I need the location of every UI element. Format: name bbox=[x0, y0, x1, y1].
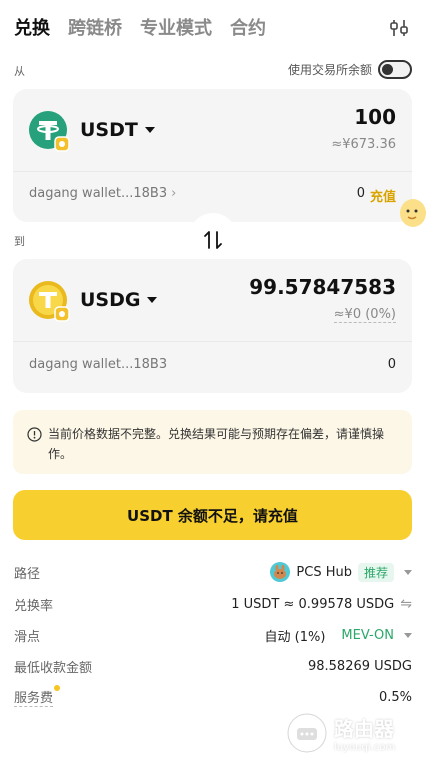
use-exchange-balance-label: 使用交易所余额 bbox=[287, 63, 372, 77]
min-receive-value: 98.58269 USDG bbox=[307, 658, 412, 674]
rate-value: 1 USDT ≈ 0.99578 USDG bbox=[231, 596, 395, 612]
recommended-badge: 推荐 bbox=[357, 562, 394, 582]
use-exchange-balance: 使用交易所余额 bbox=[288, 60, 412, 79]
to-label: 到 bbox=[14, 235, 25, 248]
swap-arrows-icon bbox=[204, 231, 222, 249]
from-card: USDT ≈¥673.36 dagang wallet...18B3 › 0 充… bbox=[13, 89, 412, 222]
to-fiat-value[interactable]: ≈¥0 (0%) bbox=[333, 307, 396, 323]
route-label: 路径 bbox=[14, 566, 41, 582]
insufficient-balance-button[interactable]: USDT 余额不足，请充值 bbox=[13, 490, 412, 540]
tab-pro-mode[interactable]: 专业模式 bbox=[140, 14, 212, 40]
watermark-title: 路由器 bbox=[334, 717, 394, 741]
tab-bridge[interactable]: 跨链桥 bbox=[68, 14, 122, 40]
chevron-down-icon bbox=[404, 569, 412, 575]
route-value: PCS Hub bbox=[296, 564, 352, 580]
rate-label: 兑换率 bbox=[14, 598, 54, 614]
to-token-name: USDG bbox=[80, 289, 141, 311]
tab-swap[interactable]: 兑换 bbox=[14, 14, 50, 40]
rate-value-group: 1 USDT ≈ 0.99578 USDG ⇋ bbox=[231, 596, 412, 612]
from-amount-field[interactable] bbox=[156, 105, 396, 129]
sliders-icon[interactable] bbox=[388, 18, 410, 38]
from-fiat-value: ≈¥673.36 bbox=[331, 137, 396, 152]
rate-row: 兑换率 1 USDT ≈ 0.99578 USDG ⇋ bbox=[14, 594, 412, 614]
from-divider bbox=[13, 171, 412, 172]
from-wallet-selector[interactable]: dagang wallet...18B3 › bbox=[29, 186, 176, 201]
to-divider bbox=[13, 341, 412, 342]
slippage-selector[interactable]: 自动 (1%) MEV-ON bbox=[265, 626, 412, 645]
chevron-right-icon: › bbox=[171, 186, 177, 201]
watermark-subtitle: luyouqi.com bbox=[334, 742, 396, 753]
service-fee-label[interactable]: 服务费 bbox=[14, 685, 61, 707]
mev-protection-label: MEV-ON bbox=[341, 627, 394, 643]
to-balance-value: 0 bbox=[387, 357, 396, 372]
to-wallet: dagang wallet...18B3 bbox=[29, 357, 167, 372]
to-token-selector[interactable]: USDG bbox=[29, 281, 158, 322]
use-exchange-balance-toggle[interactable] bbox=[378, 60, 412, 79]
from-amount-input[interactable] bbox=[156, 105, 396, 129]
to-amount: 99.57847583 bbox=[249, 275, 396, 299]
route-selector[interactable]: PCS Hub 推荐 bbox=[270, 562, 412, 582]
notification-dot-icon bbox=[54, 685, 61, 691]
to-balance: 0 bbox=[388, 357, 396, 372]
min-receive-label: 最低收款金额 bbox=[14, 660, 93, 676]
chevron-down-icon bbox=[144, 127, 155, 133]
usdt-logo-icon bbox=[29, 111, 70, 152]
from-token-selector[interactable]: USDT bbox=[29, 111, 155, 152]
to-card: USDG 99.57847583 ≈¥0 (0%) dagang wallet.… bbox=[13, 259, 412, 393]
from-balance: 0 充值 bbox=[357, 186, 396, 205]
tab-contract[interactable]: 合约 bbox=[230, 14, 266, 40]
route-row: 路径 PCS Hub 推荐 bbox=[14, 562, 412, 582]
chevron-down-icon bbox=[147, 297, 158, 303]
fee-row: 服务费 0.5% bbox=[14, 685, 412, 707]
watermark: 路由器 luyouqi.com bbox=[286, 712, 395, 754]
slippage-value: 自动 (1%) bbox=[264, 629, 326, 645]
swap-rate-icon[interactable]: ⇋ bbox=[400, 596, 412, 612]
from-token-name: USDT bbox=[80, 119, 138, 141]
slippage-label: 滑点 bbox=[14, 629, 41, 645]
router-logo-icon bbox=[287, 713, 327, 753]
warning-text: 当前价格数据不完整。兑换结果可能与预期存在偏差，请谨慎操作。 bbox=[48, 427, 385, 461]
service-fee-value: 0.5% bbox=[378, 689, 412, 705]
slippage-row: 滑点 自动 (1%) MEV-ON bbox=[14, 625, 412, 645]
mascot-icon[interactable] bbox=[399, 196, 426, 230]
from-label: 从 bbox=[14, 65, 25, 78]
info-icon bbox=[27, 424, 42, 474]
from-balance-value: 0 bbox=[356, 186, 365, 201]
top-tabs: 兑换 跨链桥 专业模式 合约 bbox=[14, 14, 266, 40]
usdg-logo-icon bbox=[29, 281, 70, 322]
price-warning-banner: 当前价格数据不完整。兑换结果可能与预期存在偏差，请谨慎操作。 bbox=[13, 410, 412, 474]
to-wallet-name: dagang wallet...18B3 bbox=[29, 357, 168, 372]
chevron-down-icon bbox=[404, 632, 412, 638]
service-fee-label-text: 服务费 bbox=[14, 691, 54, 706]
pancakeswap-logo-icon bbox=[270, 562, 291, 582]
watermark-text: 路由器 luyouqi.com bbox=[334, 713, 395, 753]
deposit-link[interactable]: 充值 bbox=[370, 186, 396, 205]
min-receive-row: 最低收款金额 98.58269 USDG bbox=[14, 656, 412, 676]
from-wallet-name: dagang wallet...18B3 bbox=[29, 186, 168, 201]
